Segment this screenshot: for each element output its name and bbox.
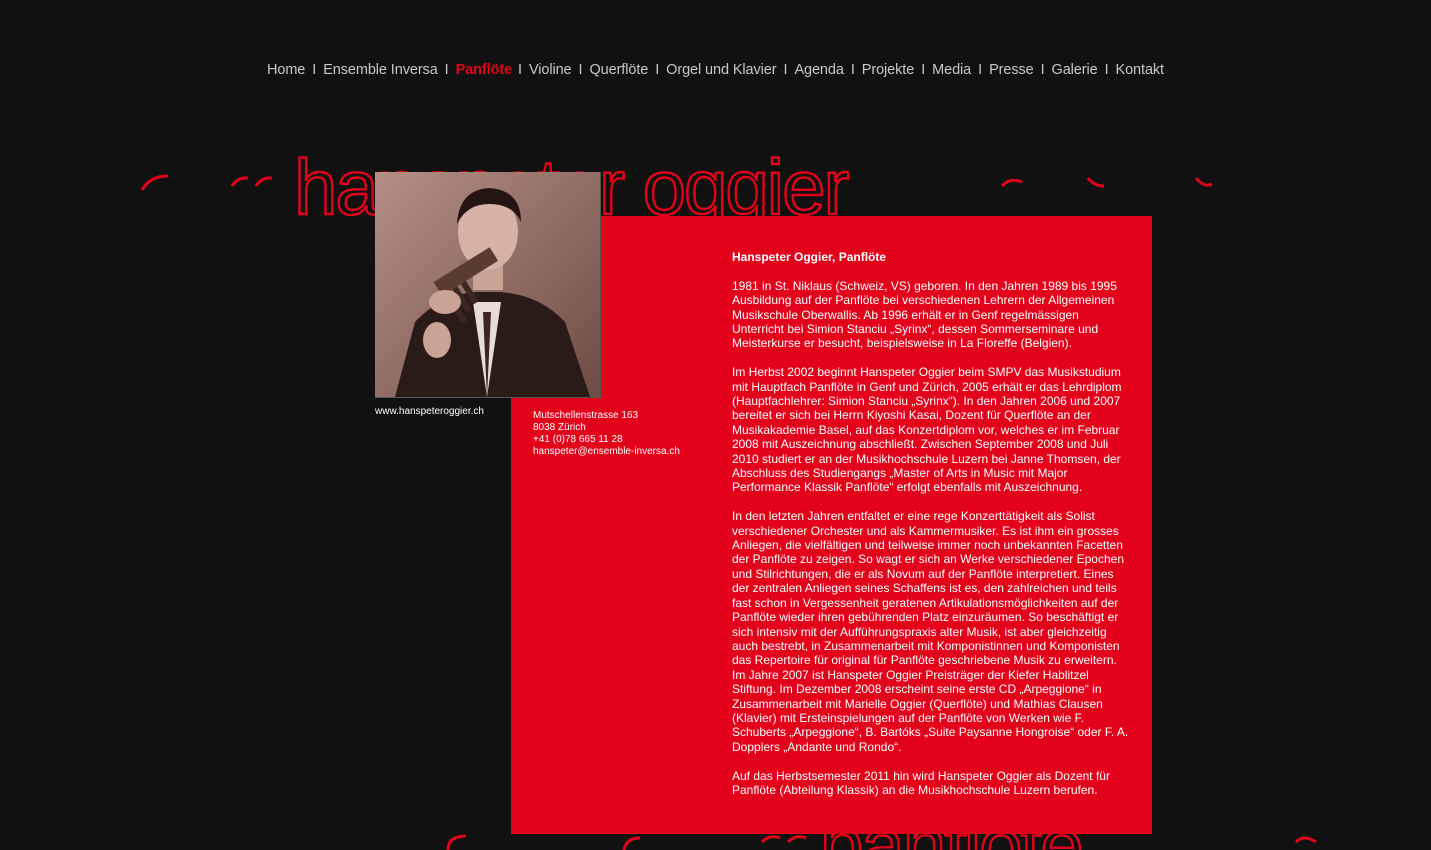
- nav-querfloete[interactable]: Querflöte: [589, 62, 648, 78]
- nav-presse[interactable]: Presse: [989, 62, 1034, 78]
- musician-photo-icon: [375, 172, 600, 397]
- biography: Hanspeter Oggier, Panflöte 1981 in St. N…: [732, 250, 1132, 812]
- nav-separator: I: [578, 62, 583, 78]
- nav-separator: I: [1040, 62, 1045, 78]
- banner-top-letters: [140, 174, 1213, 191]
- address-email[interactable]: hanspeter@ensemble-inversa.ch: [533, 446, 680, 458]
- nav-separator: I: [655, 62, 660, 78]
- musician-photo: [375, 172, 601, 398]
- nav-separator: I: [978, 62, 983, 78]
- bio-paragraph: Im Herbst 2002 beginnt Hanspeter Oggier …: [732, 365, 1122, 495]
- banner-bottom-letters: [446, 834, 1317, 850]
- nav-ensemble-inversa[interactable]: Ensemble Inversa: [323, 62, 438, 78]
- nav-violine[interactable]: Violine: [529, 62, 572, 78]
- bio-paragraph: Auf das Herbstsemester 2011 hin wird Han…: [732, 768, 1110, 797]
- bio-paragraph: In den letzten Jahren entfaltet er eine …: [732, 509, 1129, 754]
- bio-paragraph: 1981 in St. Niklaus (Schweiz, VS) gebore…: [732, 278, 1117, 351]
- main-navigation: Home I Ensemble Inversa I Panflöte I Violine I Q…: [0, 62, 1431, 78]
- nav-projekte[interactable]: Projekte: [862, 62, 915, 78]
- nav-galerie[interactable]: Galerie: [1052, 62, 1098, 78]
- nav-kontakt[interactable]: Kontakt: [1116, 62, 1165, 78]
- website-link[interactable]: www.hanspeteroggier.ch: [375, 406, 484, 417]
- nav-separator: I: [921, 62, 926, 78]
- nav-separator: I: [783, 62, 788, 78]
- address-city: 8038 Zürich: [533, 422, 586, 433]
- contact-address: Mutschellenstrasse 163 8038 Zürich +41 (…: [533, 410, 680, 458]
- nav-separator: I: [312, 62, 317, 78]
- nav-orgel-und-klavier[interactable]: Orgel und Klavier: [666, 62, 776, 78]
- nav-panfloete[interactable]: Panflöte: [456, 62, 513, 78]
- address-street: Mutschellenstrasse 163: [533, 410, 639, 421]
- nav-separator: I: [1104, 62, 1109, 78]
- nav-separator: I: [444, 62, 449, 78]
- nav-media[interactable]: Media: [932, 62, 971, 78]
- bio-heading: Hanspeter Oggier, Panflöte: [732, 250, 887, 264]
- address-phone: +41 (0)78 665 11 28: [533, 434, 623, 445]
- nav-home[interactable]: Home: [267, 62, 305, 78]
- nav-separator: I: [518, 62, 522, 78]
- nav-agenda[interactable]: Agenda: [794, 62, 844, 78]
- nav-separator: I: [850, 62, 855, 78]
